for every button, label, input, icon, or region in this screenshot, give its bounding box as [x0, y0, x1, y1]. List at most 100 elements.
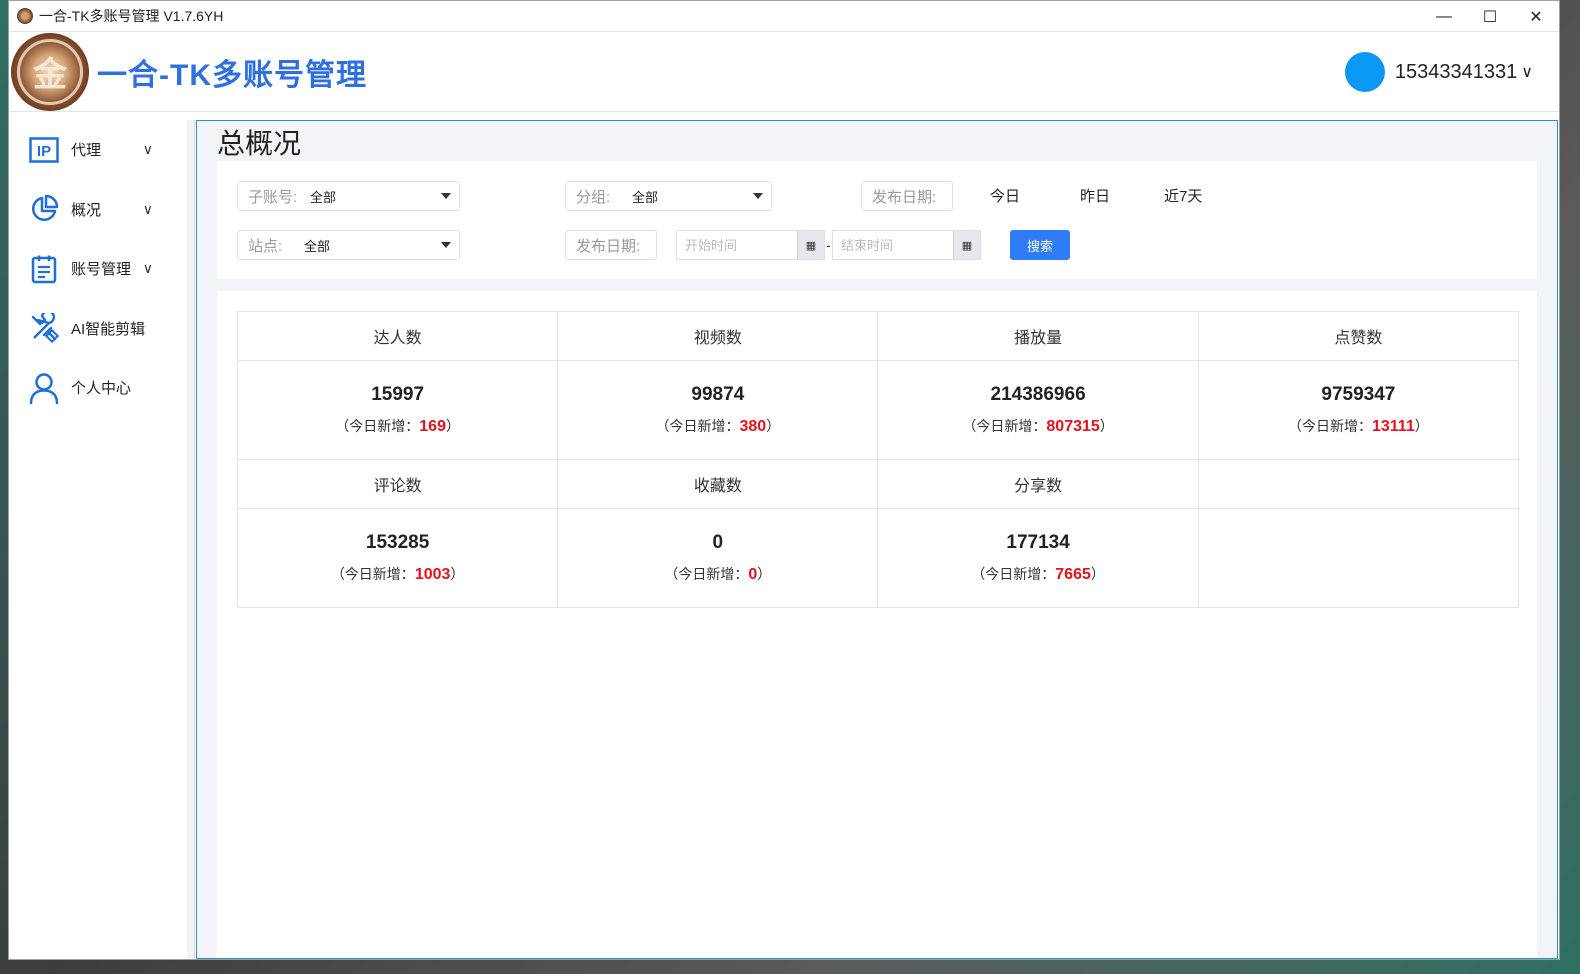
maximize-button[interactable]: ☐: [1467, 1, 1513, 32]
stat-value: 15997: [371, 384, 425, 405]
new-today-count: 380: [739, 418, 767, 435]
site-label: 站点:: [248, 237, 283, 255]
new-today-count: 13111: [1371, 418, 1415, 435]
title-bar: 一合-TK多账号管理 V1.7.6YH — ☐ ✕: [9, 1, 1559, 32]
sidebar-item-label: AI智能剪辑: [71, 320, 146, 338]
app-header: 金 一合-TK多账号管理 15343341331 ∨: [9, 32, 1559, 112]
quick-date-today[interactable]: 今日: [990, 185, 1020, 206]
clipboard-icon: [29, 254, 59, 284]
stat-new-today: （今日新增：0）: [664, 566, 772, 583]
tools-icon: [29, 313, 59, 344]
quick-date-yesterday[interactable]: 昨日: [1080, 185, 1110, 206]
user-phone[interactable]: 15343341331: [1395, 61, 1517, 84]
site-value: 全部: [304, 238, 331, 254]
ip-icon: IP: [29, 135, 59, 165]
minimize-button[interactable]: —: [1421, 1, 1467, 32]
stat-label: 点赞数: [1197, 311, 1520, 361]
stat-value: 99874: [691, 384, 745, 405]
avatar[interactable]: [1344, 52, 1385, 92]
stats-table: 达人数 视频数 播放量 点赞数 15997 （今日新增：169） 99874 （…: [236, 311, 1520, 608]
chevron-down-icon[interactable]: ∨: [143, 260, 153, 277]
sub-account-select[interactable]: 子账号: 全部: [237, 181, 460, 211]
empty-cell: [1197, 508, 1520, 608]
group-select[interactable]: 分组: 全部: [565, 181, 772, 211]
stat-new-today: （今日新增：807315）: [962, 418, 1114, 435]
stat-cell: 99874 （今日新增：380）: [557, 360, 879, 460]
main-content: 总概况 子账号: 全部 分组: 全部 发布日期: 今日 昨日 近7天 站点: 全…: [196, 120, 1558, 959]
chevron-down-icon[interactable]: ∨: [143, 201, 153, 218]
stat-new-today: （今日新增：1003）: [330, 566, 465, 583]
sidebar-item-proxy[interactable]: IP 代理 ∨: [9, 120, 187, 180]
stat-label: 评论数: [236, 459, 559, 509]
sidebar-item-personal-center[interactable]: 个人中心: [9, 358, 187, 418]
stat-label: 视频数: [557, 311, 879, 361]
stats-header-row: 评论数 收藏数 分享数: [236, 459, 1520, 509]
stat-cell: 9759347 （今日新增：13111）: [1197, 360, 1520, 460]
brand-title: 一合-TK多账号管理: [97, 58, 367, 92]
sub-account-value: 全部: [310, 189, 337, 205]
chevron-down-icon[interactable]: ∨: [143, 141, 153, 158]
quick-date-7days[interactable]: 近7天: [1164, 185, 1202, 206]
sidebar: IP 代理 ∨ 概况 ∨ 账号管理 ∨ AI智能剪辑 个人中心: [9, 120, 195, 959]
sidebar-item-ai-editing[interactable]: AI智能剪辑: [9, 299, 187, 359]
pie-chart-icon: [29, 194, 59, 224]
site-select[interactable]: 站点: 全部: [237, 230, 460, 260]
stat-new-today: （今日新增：7665）: [971, 566, 1105, 583]
stat-cell: 177134 （今日新增：7665）: [877, 508, 1199, 608]
stats-value-row: 15997 （今日新增：169） 99874 （今日新增：380） 214386…: [236, 360, 1520, 460]
brand-logo: 金: [11, 32, 89, 111]
stat-new-today: （今日新增：380）: [655, 418, 781, 435]
close-button[interactable]: ✕: [1513, 1, 1559, 32]
stat-label: 收藏数: [557, 459, 879, 509]
stat-new-today: （今日新增：169）: [335, 418, 460, 435]
stats-value-row: 153285 （今日新增：1003） 0 （今日新增：0） 177134 （今日…: [236, 508, 1520, 608]
sidebar-item-label: 账号管理: [71, 261, 132, 279]
sidebar-item-label: 个人中心: [71, 380, 132, 398]
body-area: IP 代理 ∨ 概况 ∨ 账号管理 ∨ AI智能剪辑 个人中心 总概况 子账号:…: [9, 114, 1559, 959]
sidebar-item-overview[interactable]: 概况 ∨: [9, 180, 187, 240]
end-date-field[interactable]: ▦: [832, 230, 981, 260]
app-window: 一合-TK多账号管理 V1.7.6YH — ☐ ✕ 金 一合-TK多账号管理 1…: [8, 0, 1560, 960]
stat-value: 153285: [365, 532, 430, 553]
stats-panel: 达人数 视频数 播放量 点赞数 15997 （今日新增：169） 99874 （…: [217, 291, 1537, 958]
sidebar-item-label: 概况: [71, 201, 102, 219]
sidebar-item-account-management[interactable]: 账号管理 ∨: [9, 239, 187, 299]
window-controls: — ☐ ✕: [1421, 1, 1559, 32]
logo-glyph: 金: [33, 56, 67, 94]
sidebar-item-label: 代理: [71, 142, 102, 160]
stat-new-today: （今日新增：13111）: [1287, 418, 1429, 435]
caret-down-icon: [441, 193, 451, 199]
group-label: 分组:: [576, 188, 611, 206]
sub-account-label: 子账号:: [248, 188, 298, 206]
end-date-input[interactable]: [833, 231, 953, 259]
new-today-count: 169: [419, 418, 446, 435]
page-title: 总概况: [217, 128, 302, 159]
calendar-icon[interactable]: ▦: [797, 231, 824, 259]
stats-header-row: 达人数 视频数 播放量 点赞数: [236, 311, 1520, 361]
stat-label: 播放量: [877, 311, 1199, 361]
new-today-count: 807315: [1046, 418, 1100, 435]
start-date-field[interactable]: ▦: [676, 230, 825, 260]
date-range-dash: -: [826, 237, 831, 253]
user-menu[interactable]: 15343341331 ∨: [1344, 52, 1533, 92]
stat-value: 9759347: [1321, 384, 1396, 405]
chevron-down-icon[interactable]: ∨: [1521, 62, 1533, 82]
new-today-count: 1003: [414, 566, 451, 583]
new-today-count: 7665: [1055, 566, 1091, 583]
stat-label: 分享数: [877, 459, 1199, 509]
user-icon: [29, 373, 59, 404]
stat-cell: 15997 （今日新增：169）: [236, 360, 559, 460]
app-icon: [17, 8, 33, 24]
caret-down-icon: [441, 242, 451, 248]
stat-cell: 153285 （今日新增：1003）: [236, 508, 559, 608]
svg-text:IP: IP: [37, 143, 51, 160]
caret-down-icon: [753, 193, 763, 199]
search-button[interactable]: 搜索: [1010, 230, 1070, 260]
group-value: 全部: [632, 189, 659, 205]
calendar-icon[interactable]: ▦: [953, 231, 980, 259]
start-date-input[interactable]: [677, 231, 797, 259]
window-title: 一合-TK多账号管理 V1.7.6YH: [39, 8, 224, 24]
empty-cell: [1197, 459, 1520, 509]
stat-cell: 0 （今日新增：0）: [557, 508, 879, 608]
publish-date-label: 发布日期:: [861, 181, 953, 211]
